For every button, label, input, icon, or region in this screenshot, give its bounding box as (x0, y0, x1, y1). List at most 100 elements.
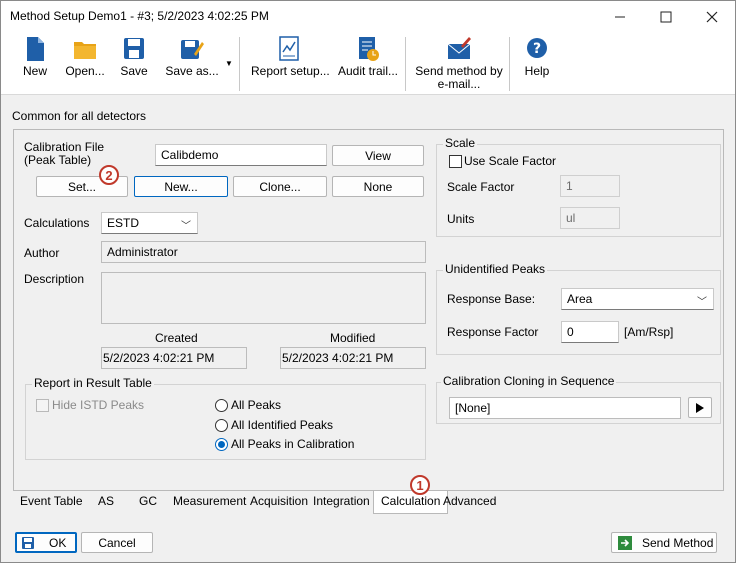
open-label: Open... (65, 64, 105, 78)
help-button[interactable]: ? Help (519, 33, 555, 93)
created-field: 5/2/2023 4:02:21 PM (101, 347, 247, 369)
use-scale-factor-label: Use Scale Factor (464, 154, 557, 168)
chevron-down-icon: ﹀ (697, 297, 707, 308)
toolbar-separator (405, 37, 406, 91)
calibration-cloning-group: Calibration Cloning in Sequence [None] (436, 374, 721, 424)
close-button[interactable] (689, 1, 735, 33)
hide-istd-label: Hide ISTD Peaks (52, 398, 145, 412)
report-group: Report in Result Table Hide ISTD Peaks A… (25, 376, 426, 460)
cancel-button[interactable]: Cancel (81, 532, 153, 553)
maximize-button[interactable] (643, 1, 689, 33)
tab-event-table[interactable]: Event Table (13, 491, 90, 513)
save-label: Save (120, 64, 148, 78)
report-setup-icon (279, 36, 299, 61)
toolbar-separator (239, 37, 240, 91)
tab-integration[interactable]: Integration (306, 491, 377, 513)
audit-trail-button[interactable]: Audit trail... (337, 33, 399, 93)
none-button[interactable]: None (332, 176, 424, 197)
toolbar: New Open... Save Save as... ▼ Report set… (1, 33, 735, 95)
method-setup-window: Method Setup Demo1 - #3; 5/2/2023 4:02:2… (0, 0, 736, 563)
calibration-file-field[interactable]: Calibdemo (155, 144, 327, 166)
callout-badge-1: 1 (410, 475, 430, 495)
toolbar-separator (509, 37, 510, 91)
section-label: Common for all detectors (12, 109, 147, 123)
response-base-value: Area (567, 292, 593, 306)
use-scale-factor-checkbox[interactable] (449, 155, 462, 168)
callout-badge-2: 2 (99, 165, 119, 185)
cloning-browse-button[interactable] (688, 397, 712, 418)
ok-label: OK (49, 535, 67, 550)
author-field: Administrator (101, 241, 426, 263)
response-factor-field[interactable]: 0 (561, 321, 619, 343)
tab-acquisition[interactable]: Acquisition (243, 491, 315, 513)
calculation-panel: Calibration File (Peak Table) Calibdemo V… (13, 129, 724, 491)
window-title: Method Setup Demo1 - #3; 5/2/2023 4:02:2… (10, 9, 269, 23)
scale-group-title: Scale (443, 136, 478, 150)
save-button[interactable]: Save (115, 33, 153, 93)
units-field[interactable]: ul (560, 207, 620, 229)
folder-icon (74, 42, 96, 59)
send-method-button[interactable]: Send Method (611, 532, 717, 553)
send-email-label: Send method by e-mail... (415, 64, 503, 91)
send-arrow-icon (618, 535, 632, 550)
clone-button[interactable]: Clone... (233, 176, 327, 197)
open-button[interactable]: Open... (63, 33, 107, 93)
scale-group: Scale Use Scale Factor Scale Factor 1 Un… (436, 136, 721, 237)
new-calibration-button[interactable]: New... (134, 176, 228, 197)
scale-factor-label: Scale Factor (447, 180, 515, 194)
modified-field: 5/2/2023 4:02:21 PM (280, 347, 426, 369)
response-factor-unit: [Am/Rsp] (624, 325, 674, 339)
maximize-icon (660, 11, 672, 23)
audit-trail-label: Audit trail... (337, 64, 399, 78)
tab-as[interactable]: AS (91, 491, 121, 513)
report-group-title: Report in Result Table (32, 376, 154, 390)
help-icon: ? (527, 38, 547, 58)
new-label: New (22, 64, 47, 78)
calibration-cloning-title: Calibration Cloning in Sequence (441, 374, 617, 388)
chevron-down-icon: ﹀ (181, 221, 191, 232)
description-label: Description (24, 272, 85, 286)
save-as-label: Save as... (165, 64, 219, 78)
save-as-button[interactable]: Save as... (163, 33, 221, 93)
tab-measurement[interactable]: Measurement (166, 491, 253, 513)
unidentified-peaks-group: Unidentified Peaks Response Base: Area ﹀… (436, 262, 721, 355)
floppy-disk-icon (124, 38, 144, 59)
tab-strip: Event Table AS GC Measurement Acquisitio… (13, 491, 724, 514)
view-button[interactable]: View (332, 145, 424, 166)
all-peaks-radio[interactable] (215, 399, 228, 412)
all-peaks-label: All Peaks (231, 398, 282, 412)
ok-button[interactable]: OK (15, 532, 77, 553)
save-as-dropdown-icon[interactable]: ▼ (225, 59, 233, 68)
cloning-field[interactable]: [None] (449, 397, 681, 419)
audit-trail-icon (359, 37, 379, 61)
calibration-file-label: Calibration File (Peak Table) (24, 140, 105, 167)
scale-factor-field[interactable]: 1 (560, 175, 620, 197)
report-setup-label: Report setup... (251, 64, 330, 78)
report-setup-button[interactable]: Report setup... (251, 33, 330, 93)
close-icon (706, 11, 718, 23)
modified-label: Modified (330, 331, 376, 345)
hide-istd-checkbox[interactable] (36, 399, 49, 412)
minimize-button[interactable] (597, 1, 643, 33)
all-identified-radio[interactable] (215, 419, 228, 432)
save-as-icon (181, 40, 204, 59)
new-file-icon (27, 37, 44, 61)
tab-gc[interactable]: GC (132, 491, 164, 513)
description-field[interactable] (101, 272, 426, 324)
response-factor-label: Response Factor (447, 325, 539, 339)
all-in-calibration-radio[interactable] (215, 438, 228, 451)
send-method-email-button[interactable]: Send method by e-mail... (413, 33, 505, 93)
created-label: Created (155, 331, 198, 345)
send-method-label: Send Method (642, 535, 714, 550)
minimize-icon (615, 16, 625, 18)
new-button[interactable]: New (15, 33, 55, 93)
units-label: Units (447, 212, 475, 226)
response-base-select[interactable]: Area ﹀ (561, 288, 714, 310)
calculations-label: Calculations (24, 216, 90, 230)
title-bar: Method Setup Demo1 - #3; 5/2/2023 4:02:2… (1, 1, 735, 33)
tab-advanced[interactable]: Advanced (436, 491, 503, 513)
author-label: Author (24, 246, 60, 260)
svg-text:?: ? (533, 41, 541, 57)
calculations-select[interactable]: ESTD ﹀ (101, 212, 198, 234)
help-label: Help (524, 64, 550, 78)
